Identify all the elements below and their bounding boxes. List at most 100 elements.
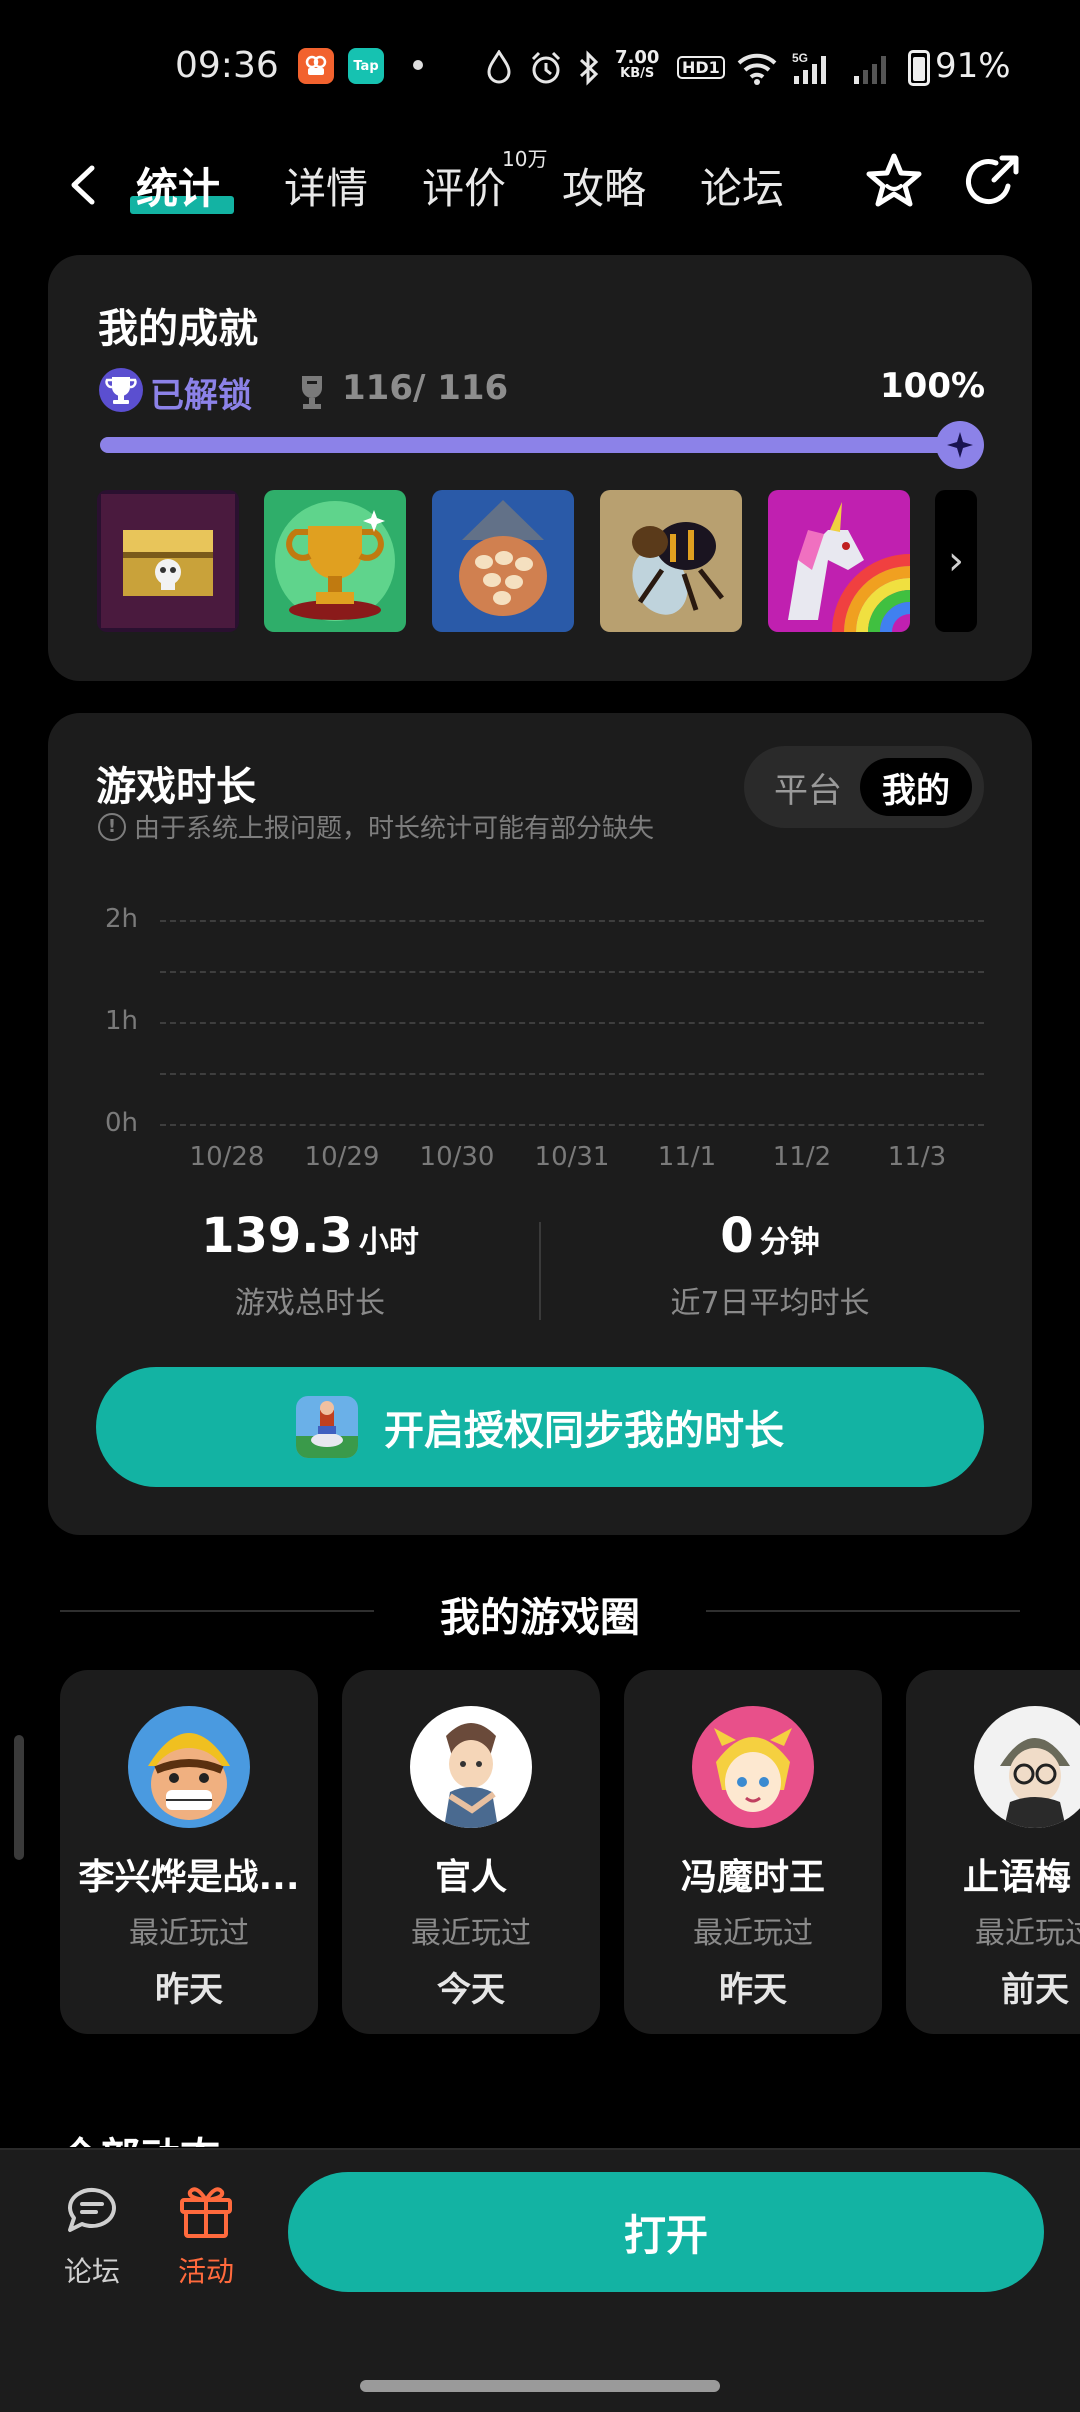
playtime-title: 游戏时长	[96, 764, 256, 810]
achievement-tile-rainbow-unicorn[interactable]	[768, 490, 910, 632]
achievements-more-chevron-icon[interactable]: ›	[935, 490, 977, 632]
average-playtime-label: 近7日平均时长	[670, 1286, 870, 1321]
friend-card[interactable]: 止语梅「 最近玩过 前天	[906, 1670, 1080, 2034]
status-bar: 09:36 Tap 7.00 KB/S HD1 5G 91%	[0, 0, 1080, 140]
average-playtime-value: 0	[720, 1208, 754, 1264]
toggle-platform[interactable]: 平台	[756, 758, 860, 816]
achievement-tile-golden-trophy[interactable]	[264, 490, 406, 632]
gridline	[160, 1022, 984, 1024]
favorite-star-icon[interactable]	[862, 150, 926, 214]
x-tick-label: 10/31	[534, 1142, 610, 1172]
playtime-notice-text: 由于系统上报问题，时长统计可能有部分缺失	[134, 814, 655, 844]
review-count-badge: 10万	[502, 147, 548, 171]
game-app-icon	[296, 1396, 358, 1458]
friend-name: 止语梅「	[962, 1857, 1080, 1898]
total-playtime: 139.3 小时	[160, 1208, 460, 1264]
friend-name: 李兴烨是战...	[78, 1857, 300, 1898]
avatar	[128, 1706, 250, 1828]
trophy-icon	[98, 367, 144, 413]
avatar	[692, 1706, 814, 1828]
y-tick-label: 2h	[104, 904, 138, 934]
svg-text:5G: 5G	[792, 51, 808, 65]
sync-playtime-button[interactable]: 开启授权同步我的时长	[96, 1367, 984, 1487]
hd-voice-icon: HD1	[677, 56, 725, 79]
cup-icon	[296, 372, 328, 412]
friend-last-played: 今天	[437, 1970, 505, 2010]
unlocked-label: 已解锁	[150, 376, 252, 416]
game-circle-title: 我的游戏圈	[440, 1595, 640, 1641]
gridline	[160, 1073, 984, 1075]
forum-tab[interactable]: 论坛	[62, 2180, 142, 2290]
toggle-mine[interactable]: 我的	[860, 758, 972, 816]
notification-dot-icon	[413, 60, 423, 70]
y-tick-label: 1h	[104, 1006, 138, 1036]
tab-guides[interactable]: 攻略	[562, 155, 646, 216]
friend-card[interactable]: 冯魔时王 最近玩过 昨天	[624, 1670, 882, 2034]
app-notification-icon	[298, 48, 334, 84]
tab-forum[interactable]: 论坛	[700, 155, 784, 216]
gift-icon	[176, 2180, 236, 2240]
wifi-icon	[735, 50, 779, 95]
chevron-down-icon: ⌄	[220, 2135, 268, 2147]
info-icon: !	[98, 812, 126, 841]
x-tick-label: 11/1	[657, 1142, 717, 1172]
achievement-progress-fill	[100, 437, 976, 453]
progress-sparkle-icon	[936, 421, 984, 469]
average-playtime: 0 分钟	[620, 1208, 920, 1264]
friend-status: 最近玩过	[693, 1916, 813, 1951]
network-speed: 7.00 KB/S	[615, 47, 660, 82]
share-icon[interactable]	[960, 150, 1024, 214]
bluetooth-icon	[578, 50, 600, 95]
achievement-count: 116/ 116	[342, 368, 509, 408]
cellular-signal-2-icon	[852, 50, 896, 95]
friend-status: 最近玩过	[411, 1916, 531, 1951]
x-tick-label: 10/30	[419, 1142, 495, 1172]
activity-label: 活动	[177, 2255, 234, 2288]
friend-last-played: 前天	[1001, 1970, 1069, 2010]
friend-card[interactable]: 李兴烨是战... 最近玩过 昨天	[60, 1670, 318, 2034]
x-tick-label: 10/28	[189, 1142, 265, 1172]
battery-icon	[908, 50, 930, 86]
tab-stats[interactable]: 统计	[136, 155, 220, 216]
all-activity-header[interactable]: 全部动态 ⌄	[60, 2125, 267, 2147]
x-tick-label: 11/3	[887, 1142, 947, 1172]
open-game-button[interactable]: 打开	[288, 2172, 1044, 2292]
forum-chat-icon	[62, 2180, 122, 2240]
friend-name: 冯魔时王	[680, 1857, 825, 1898]
taptap-notification-icon: Tap	[348, 48, 384, 84]
back-button[interactable]	[60, 160, 110, 210]
activity-tab[interactable]: 活动	[176, 2180, 256, 2290]
friend-status: 最近玩过	[975, 1916, 1080, 1951]
y-tick-label: 0h	[104, 1108, 138, 1138]
x-tick-label: 10/29	[304, 1142, 380, 1172]
cellular-signal-icon: 5G	[792, 50, 836, 95]
friend-card[interactable]: 官人 最近玩过 今天	[342, 1670, 600, 2034]
friend-status: 最近玩过	[129, 1916, 249, 1951]
gridline	[160, 920, 984, 922]
achievement-tile-treasure-chest[interactable]	[97, 490, 239, 632]
status-time: 09:36	[175, 45, 279, 86]
friend-name: 官人	[434, 1857, 507, 1898]
total-playtime-unit: 小时	[358, 1225, 419, 1260]
sync-playtime-label: 开启授权同步我的时长	[384, 1408, 784, 1454]
average-playtime-unit: 分钟	[759, 1225, 820, 1260]
alarm-icon	[528, 50, 564, 95]
friend-last-played: 昨天	[719, 1970, 787, 2010]
tab-reviews[interactable]: 评价	[422, 155, 506, 216]
total-playtime-label: 游戏总时长	[235, 1286, 385, 1321]
total-playtime-value: 139.3	[201, 1208, 353, 1264]
all-activity-title: 全部动态	[60, 2135, 220, 2147]
avatar	[410, 1706, 532, 1828]
playtime-notice: ! 由于系统上报问题，时长统计可能有部分缺失	[98, 808, 654, 845]
friend-last-played: 昨天	[155, 1970, 223, 2010]
achievement-percent: 100%	[880, 366, 986, 406]
achievement-tile-egg-nest[interactable]	[432, 490, 574, 632]
x-tick-label: 11/2	[772, 1142, 832, 1172]
battery-percent: 91%	[935, 46, 1011, 86]
achievement-tile-bee[interactable]	[600, 490, 742, 632]
forum-label: 论坛	[63, 2255, 120, 2288]
stat-divider	[539, 1222, 541, 1320]
achievements-title: 我的成就	[98, 306, 258, 352]
tab-details[interactable]: 详情	[284, 155, 368, 216]
home-indicator[interactable]	[360, 2380, 720, 2392]
